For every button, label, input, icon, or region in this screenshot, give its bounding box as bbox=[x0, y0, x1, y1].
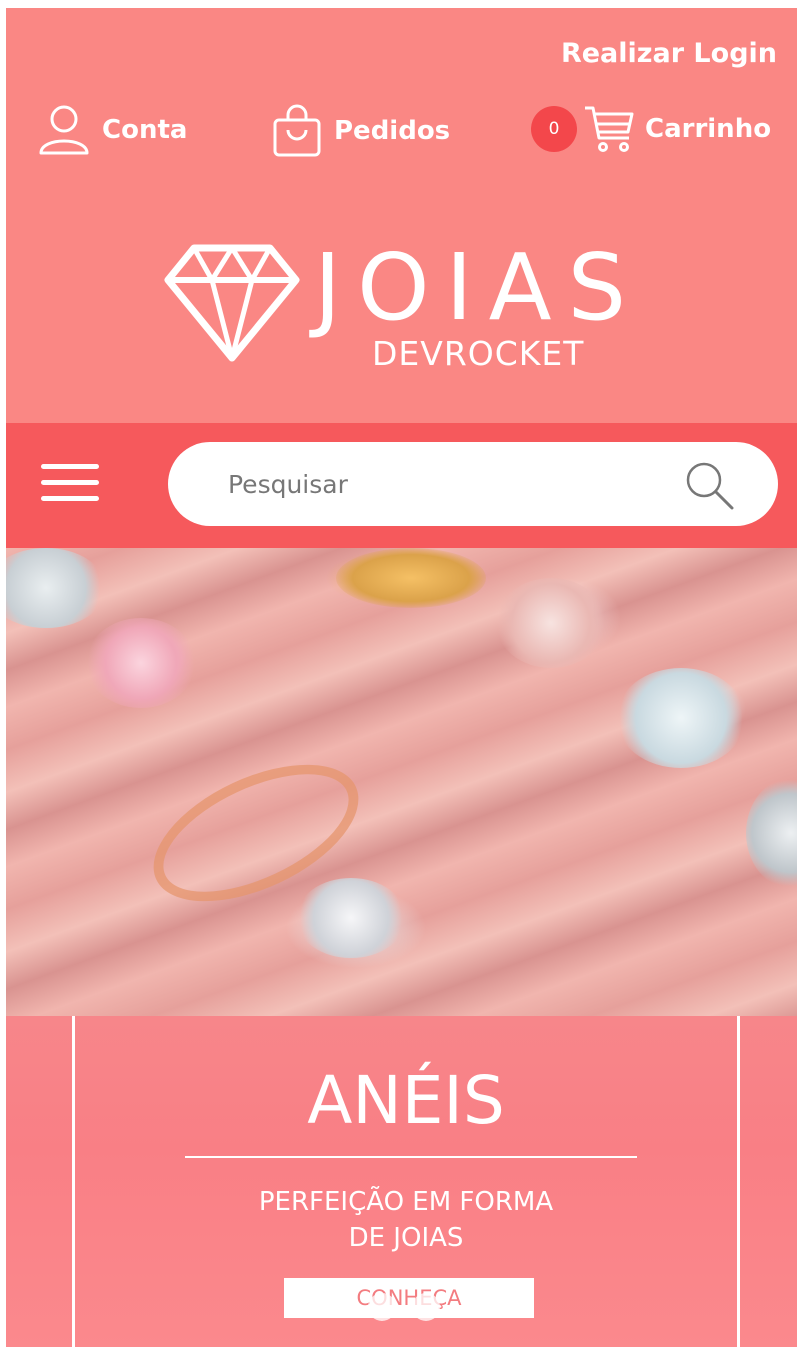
nav-cart-label: Carrinho bbox=[645, 114, 772, 144]
nav-account-label: Conta bbox=[102, 115, 188, 145]
banner-subtitle-line1: PERFEIÇÃO EM FORMA bbox=[258, 1187, 554, 1217]
shopping-bag-icon bbox=[273, 104, 321, 157]
ring-photo-detail bbox=[86, 618, 196, 708]
cart-icon bbox=[585, 106, 634, 152]
header: Realizar Login Conta Pedidos 0 Carrinho … bbox=[6, 8, 797, 423]
nav-orders[interactable]: Pedidos bbox=[272, 104, 450, 158]
ring-photo-detail bbox=[746, 778, 797, 888]
ring-photo-detail bbox=[336, 548, 486, 608]
nav-orders-label: Pedidos bbox=[334, 116, 451, 146]
menu-line-icon bbox=[41, 464, 99, 469]
banner-subtitle: PERFEIÇÃO EM FORMA DE JOIAS bbox=[75, 1184, 737, 1256]
ring-photo-detail bbox=[616, 668, 746, 768]
menu-line-icon bbox=[41, 480, 99, 485]
brand-logo[interactable]: JOIAS DEVROCKET bbox=[164, 238, 654, 373]
ring-photo-detail bbox=[496, 578, 606, 668]
nav-cart[interactable]: 0 Carrinho bbox=[531, 104, 771, 154]
page: Realizar Login Conta Pedidos 0 Carrinho … bbox=[6, 8, 797, 1347]
user-icon bbox=[39, 105, 89, 155]
carousel-dot[interactable] bbox=[368, 1293, 396, 1321]
banner-frame: ANÉIS PERFEIÇÃO EM FORMA DE JOIAS CONHEÇ… bbox=[72, 1016, 740, 1347]
logo-wordmark: JOIAS bbox=[314, 234, 643, 341]
logo-subtitle: DEVROCKET bbox=[372, 334, 585, 373]
banner-title: ANÉIS bbox=[307, 1062, 505, 1139]
category-banner: ANÉIS PERFEIÇÃO EM FORMA DE JOIAS CONHEÇ… bbox=[6, 1016, 797, 1347]
banner-divider bbox=[185, 1156, 637, 1158]
discover-button[interactable]: CONHEÇA bbox=[284, 1278, 534, 1318]
login-link[interactable]: Realizar Login bbox=[561, 38, 777, 69]
search-icon[interactable] bbox=[682, 458, 736, 512]
banner-subtitle-line2: DE JOIAS bbox=[348, 1223, 464, 1253]
nav-account[interactable]: Conta bbox=[38, 104, 187, 156]
hero-rings-photo bbox=[6, 548, 797, 1016]
ring-photo-detail bbox=[6, 548, 106, 628]
hamburger-menu-button[interactable] bbox=[41, 464, 99, 502]
cart-count-badge: 0 bbox=[531, 106, 577, 152]
diamond-icon bbox=[164, 244, 300, 362]
menu-line-icon bbox=[41, 496, 99, 501]
carousel-dot[interactable] bbox=[412, 1293, 440, 1321]
ring-photo-detail bbox=[296, 878, 406, 958]
